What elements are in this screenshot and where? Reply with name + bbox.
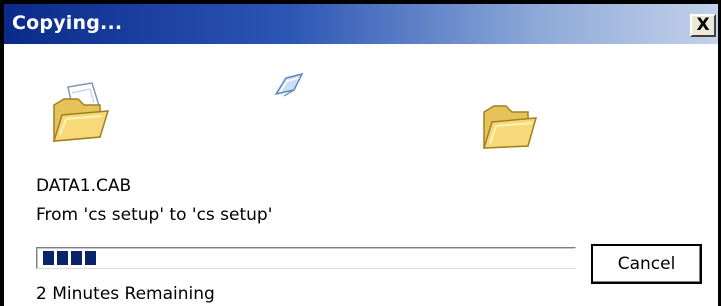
time-remaining: 2 Minutes Remaining: [36, 284, 215, 304]
progress-block: [43, 251, 54, 265]
copy-dialog: Copying... X DATA1.CAB From 'cs setup' t…: [0, 0, 721, 306]
close-icon: X: [696, 15, 710, 35]
progress-fill: [43, 251, 96, 265]
cancel-button-label: Cancel: [617, 254, 676, 274]
window-title: Copying...: [12, 12, 123, 34]
title-bar[interactable]: Copying... X: [4, 4, 718, 44]
destination-folder-icon: [478, 102, 540, 154]
cancel-button[interactable]: Cancel: [591, 244, 702, 284]
file-name: DATA1.CAB: [36, 176, 132, 196]
source-folder-icon: [48, 79, 116, 151]
copy-source-destination: From 'cs setup' to 'cs setup': [36, 205, 273, 225]
progress-block: [57, 251, 68, 265]
progress-block: [85, 251, 96, 265]
flying-document-icon: [272, 70, 306, 104]
progress-bar: [36, 247, 576, 269]
progress-block: [71, 251, 82, 265]
close-button[interactable]: X: [690, 14, 716, 37]
